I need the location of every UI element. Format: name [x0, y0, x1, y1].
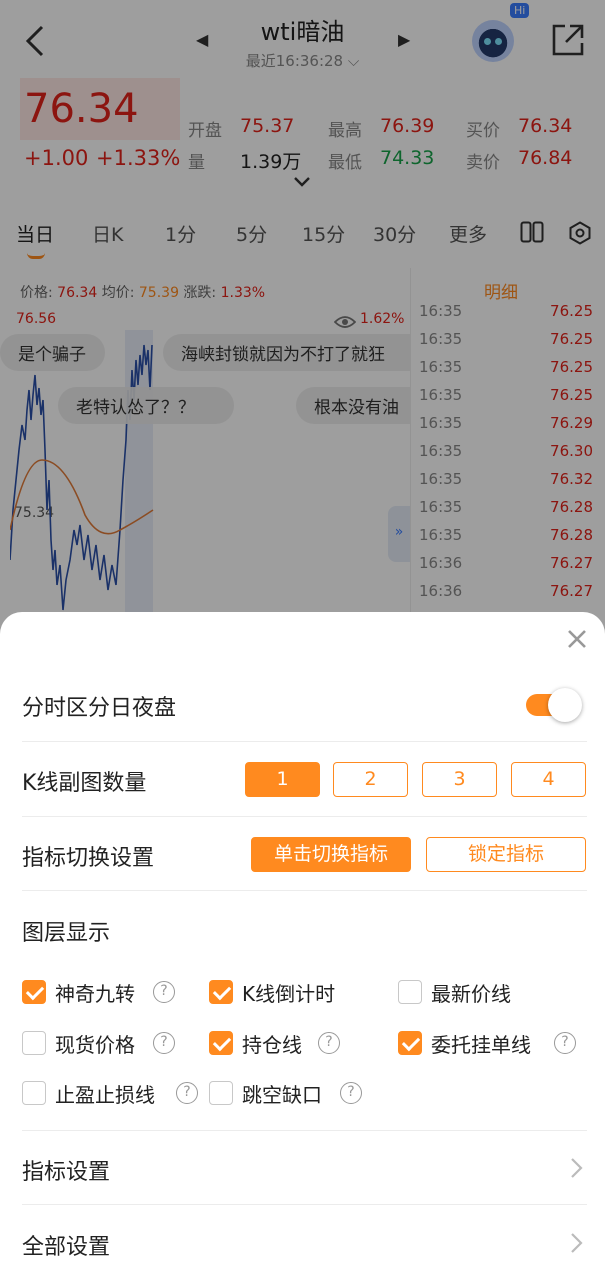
lock-indicator-button[interactable]: 锁定指标 — [426, 837, 586, 872]
session-split-label: 分时区分日夜盘 — [22, 696, 177, 721]
help-icon[interactable]: ? — [153, 981, 175, 1003]
k-sub-option-4[interactable]: 4 — [511, 762, 586, 797]
indicator-settings-link[interactable]: 指标设置 — [22, 1154, 110, 1186]
click-switch-indicator-button[interactable]: 单击切换指标 — [251, 837, 411, 872]
checkbox[interactable] — [209, 1081, 233, 1105]
k-sub-option-2[interactable]: 2 — [333, 762, 408, 797]
divider — [22, 816, 587, 817]
k-sub-count-label: K线副图数量 — [22, 771, 147, 796]
divider — [22, 741, 587, 742]
layer-last-price-line[interactable]: 最新价线 — [398, 978, 548, 1008]
layer-gap[interactable]: 跳空缺口 ? — [209, 1079, 379, 1109]
layer-position-line[interactable]: 持仓线 ? — [209, 1029, 379, 1059]
help-icon[interactable]: ? — [153, 1032, 175, 1054]
chevron-right-icon[interactable] — [570, 1157, 584, 1179]
layer-magic-nine[interactable]: 神奇九转 ? — [22, 978, 202, 1008]
layer-take-profit-stop-loss[interactable]: 止盈止损线 ? — [22, 1079, 202, 1109]
checkbox[interactable] — [22, 1031, 46, 1055]
help-icon[interactable]: ? — [554, 1032, 576, 1054]
checkbox[interactable] — [398, 1031, 422, 1055]
checkbox[interactable] — [398, 980, 422, 1004]
checkbox[interactable] — [209, 980, 233, 1004]
k-sub-option-1[interactable]: 1 — [245, 762, 320, 797]
chevron-right-icon[interactable] — [570, 1232, 584, 1254]
layer-order-line[interactable]: 委托挂单线 ? — [398, 1029, 588, 1059]
layer-spot-price[interactable]: 现货价格 ? — [22, 1029, 202, 1059]
checkbox[interactable] — [209, 1031, 233, 1055]
layer-k-countdown[interactable]: K线倒计时 — [209, 978, 379, 1008]
session-split-toggle[interactable] — [526, 688, 582, 722]
divider — [22, 890, 587, 891]
close-icon[interactable] — [566, 628, 588, 650]
checkbox[interactable] — [22, 980, 46, 1004]
help-icon[interactable]: ? — [340, 1082, 362, 1104]
divider — [22, 1204, 587, 1205]
indicator-switch-label: 指标切换设置 — [22, 846, 155, 871]
divider — [22, 1130, 587, 1131]
chart-settings-sheet: 分时区分日夜盘 K线副图数量 1 2 3 4 指标切换设置 单击切换指标 锁定指… — [0, 612, 605, 1279]
checkbox[interactable] — [22, 1081, 46, 1105]
layer-display-label: 图层显示 — [22, 921, 111, 946]
help-icon[interactable]: ? — [176, 1082, 198, 1104]
k-sub-option-3[interactable]: 3 — [422, 762, 497, 797]
all-settings-link[interactable]: 全部设置 — [22, 1229, 110, 1261]
help-icon[interactable]: ? — [318, 1032, 340, 1054]
